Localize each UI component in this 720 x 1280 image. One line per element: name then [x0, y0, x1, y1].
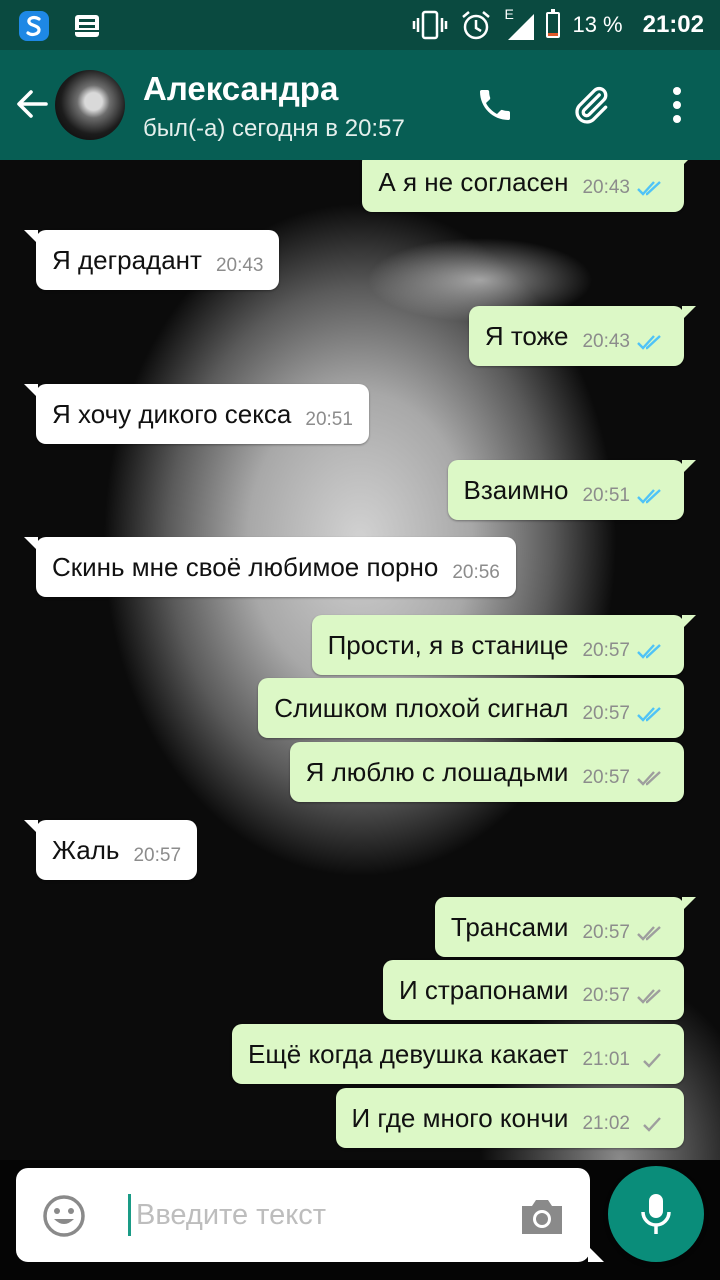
signal-icon: E — [504, 6, 535, 40]
outgoing-message[interactable]: И страпонами 20:57 — [382, 960, 684, 1020]
phone-icon[interactable] — [470, 80, 520, 130]
message-text: Жаль — [52, 834, 120, 865]
clock: 21:02 — [642, 11, 704, 38]
message-text: Я хочу дикого секса — [52, 398, 292, 429]
incoming-message[interactable]: Я деградант 20:43 — [23, 230, 280, 290]
message-text: Ещё когда девушка какает — [248, 1038, 569, 1069]
back-arrow-icon[interactable] — [12, 84, 52, 124]
message-text: Я люблю с лошадьми — [305, 756, 569, 787]
compose-bar — [16, 1168, 604, 1262]
outgoing-message[interactable]: Взаимно 20:51 — [447, 460, 696, 520]
single-check-icon — [643, 1117, 661, 1132]
message-text: Трансами — [450, 911, 569, 942]
contact-name[interactable]: Александра — [143, 70, 338, 108]
message-time: 20:43 — [582, 177, 630, 198]
message-text: Я деградант — [52, 244, 202, 275]
message-text: Скинь мне своё любимое порно — [52, 551, 439, 582]
swiftkey-icon — [19, 11, 49, 41]
battery-icon — [546, 9, 561, 38]
tray-icon — [75, 15, 99, 37]
emoji-icon[interactable] — [42, 1194, 86, 1238]
double-check-icon — [637, 989, 661, 1004]
outgoing-message[interactable]: Слишком плохой сигнал 20:57 — [258, 678, 684, 738]
incoming-message[interactable]: Жаль 20:57 — [23, 820, 198, 880]
double-check-icon — [637, 644, 661, 659]
outgoing-message[interactable]: Ещё когда девушка какает 21:01 — [232, 1024, 684, 1084]
double-check-icon — [637, 707, 661, 722]
message-text: Слишком плохой сигнал — [274, 692, 569, 723]
double-check-icon — [637, 771, 661, 786]
message-time: 20:57 — [582, 640, 630, 661]
mic-button[interactable] — [608, 1166, 704, 1262]
message-time: 20:57 — [582, 703, 630, 724]
message-text: Прости, я в станице — [327, 629, 569, 660]
avatar[interactable] — [55, 70, 125, 140]
camera-icon[interactable] — [518, 1196, 566, 1236]
incoming-message[interactable]: Скинь мне своё любимое порно 20:56 — [24, 537, 516, 597]
outgoing-message[interactable]: И где много кончи 21:02 — [335, 1088, 684, 1148]
message-text: И где много кончи — [351, 1102, 569, 1133]
message-time: 20:56 — [452, 562, 500, 583]
message-time: 21:02 — [582, 1113, 630, 1134]
message-text: Взаимно — [463, 474, 569, 505]
more-vert-icon[interactable] — [652, 80, 702, 130]
outgoing-message[interactable]: Я люблю с лошадьми 20:57 — [289, 742, 684, 802]
message-time: 20:57 — [582, 985, 630, 1006]
paperclip-icon[interactable] — [566, 80, 616, 130]
message-text: И страпонами — [398, 974, 569, 1005]
message-time: 20:51 — [582, 485, 630, 506]
double-check-icon — [637, 489, 661, 504]
outgoing-message[interactable]: Трансами 20:57 — [434, 897, 697, 957]
outgoing-message[interactable]: А я не согласен 20:43 — [362, 160, 696, 212]
message-time: 20:57 — [133, 845, 182, 866]
message-time: 21:01 — [582, 1049, 630, 1070]
message-time: 20:51 — [305, 409, 353, 430]
microphone-icon — [641, 1194, 671, 1234]
message-text: Я тоже — [484, 320, 569, 351]
message-time: 20:43 — [215, 255, 264, 276]
last-seen-status: был(-а) сегодня в 20:57 — [143, 115, 405, 142]
battery-percent: 13 % — [572, 12, 623, 37]
double-check-icon — [637, 181, 661, 196]
message-time: 20:57 — [582, 767, 630, 788]
message-time: 20:57 — [582, 922, 630, 943]
outgoing-message[interactable]: Прости, я в станице 20:57 — [311, 615, 697, 675]
text-caret — [128, 1194, 131, 1236]
single-check-icon — [643, 1053, 661, 1068]
chat-background: А я не согласен 20:43 Я деградант 20:43 Я то… — [0, 160, 720, 1160]
message-time: 20:43 — [582, 331, 630, 352]
double-check-icon — [637, 335, 661, 350]
outgoing-message[interactable]: Я тоже 20:43 — [468, 306, 697, 366]
vibrate-icon — [413, 10, 448, 40]
status-bar: E 13 % 21:02 — [0, 0, 720, 50]
alarm-icon — [462, 11, 491, 40]
chat-header: Александра был(-а) сегодня в 20:57 — [0, 50, 720, 160]
message-input[interactable] — [132, 1192, 510, 1238]
incoming-message[interactable]: Я хочу дикого секса 20:51 — [24, 384, 369, 444]
message-text: А я не согласен — [378, 166, 569, 197]
double-check-icon — [637, 926, 661, 941]
